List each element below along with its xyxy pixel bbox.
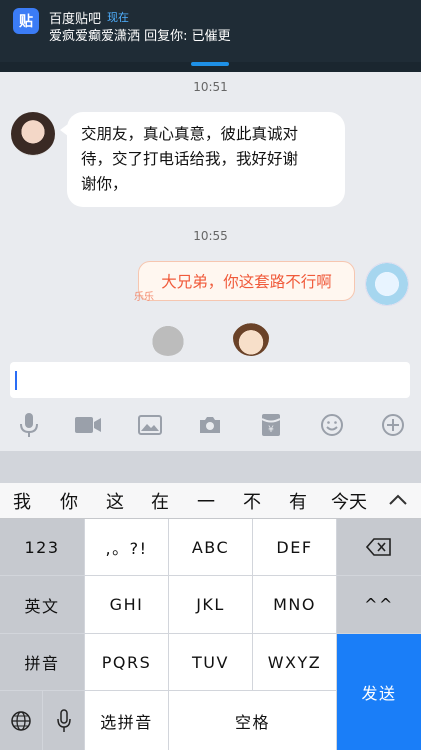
key-wxyz[interactable]: WXYZ <box>253 634 336 690</box>
bubble-decoration: 乐乐 <box>134 292 154 303</box>
pull-handle[interactable] <box>191 62 229 66</box>
my-avatar[interactable] <box>365 262 409 306</box>
message-bubble-received[interactable]: 交朋友，真心真意，彼此真诚对 待，交了打电话给我，我好好谢 谢你， <box>60 112 345 207</box>
candidate-word[interactable]: 我 <box>13 488 31 514</box>
image-icon[interactable] <box>136 411 164 439</box>
candidate-word[interactable]: 你 <box>60 488 78 514</box>
microphone-icon[interactable] <box>15 411 43 439</box>
friend-avatar[interactable] <box>11 112 55 156</box>
input-toolbar: ¥ <box>0 405 421 445</box>
key-ghi[interactable]: GHI <box>85 576 168 633</box>
notification-message: 爱疯爱癫爱潇洒 回复你: 已催更 <box>49 29 231 44</box>
key-def[interactable]: DEF <box>253 519 336 575</box>
chat-timestamp: 10:51 <box>193 80 228 94</box>
emoji-icon[interactable] <box>318 411 346 439</box>
key-emoticon[interactable]: ^^ <box>337 576 421 633</box>
expand-candidates-icon[interactable] <box>387 491 409 509</box>
candidate-word[interactable]: 今天 <box>331 488 367 514</box>
key-english[interactable]: 英文 <box>0 576 84 633</box>
voice-key[interactable] <box>43 691 84 750</box>
space-key[interactable]: 空格 <box>169 691 336 750</box>
key-punctuation[interactable]: ,。?! <box>85 519 168 575</box>
candidate-word[interactable]: 一 <box>197 488 215 514</box>
key-pqrs[interactable]: PQRS <box>85 634 168 690</box>
key-pinyin[interactable]: 拼音 <box>0 634 84 690</box>
chat-timestamp: 10:55 <box>193 229 228 243</box>
red-envelope-icon[interactable]: ¥ <box>257 411 285 439</box>
sticker-gray-figure[interactable] <box>150 320 186 356</box>
backspace-icon <box>366 538 391 556</box>
video-icon[interactable] <box>74 411 102 439</box>
key-select-pinyin[interactable]: 选拼音 <box>85 691 168 750</box>
candidate-word[interactable]: 这 <box>106 488 124 514</box>
text-caret <box>15 371 17 390</box>
camera-icon[interactable] <box>196 411 224 439</box>
message-input[interactable] <box>10 362 410 398</box>
notification-time: 现在 <box>107 11 129 24</box>
key-abc[interactable]: ABC <box>169 519 252 575</box>
send-button[interactable]: 发送 <box>337 634 421 750</box>
message-line: 待，交了打电话给我，我好好谢 <box>81 150 299 168</box>
candidate-word[interactable]: 不 <box>243 488 261 514</box>
sticker-boy-face[interactable] <box>233 320 269 356</box>
key-jkl[interactable]: JKL <box>169 576 252 633</box>
microphone-icon <box>56 708 71 732</box>
backspace-key[interactable] <box>337 519 421 575</box>
key-tuv[interactable]: TUV <box>169 634 252 690</box>
candidate-word[interactable]: 在 <box>151 488 169 514</box>
message-line: 交朋友，真心真意，彼此真诚对 <box>81 125 299 143</box>
svg-text:¥: ¥ <box>268 425 274 435</box>
candidate-word[interactable]: 有 <box>289 488 307 514</box>
tieba-app-icon: 贴 <box>13 8 39 34</box>
message-bubble-sent[interactable]: 大兄弟，你这套路不行啊 <box>138 261 355 301</box>
globe-icon <box>11 710 31 731</box>
plus-icon[interactable] <box>379 411 407 439</box>
globe-key[interactable] <box>0 691 42 750</box>
message-line: 谢你， <box>81 175 128 193</box>
key-mno[interactable]: MNO <box>253 576 336 633</box>
key-123[interactable]: 123 <box>0 519 84 575</box>
message-text: 大兄弟，你这套路不行啊 <box>161 273 332 291</box>
